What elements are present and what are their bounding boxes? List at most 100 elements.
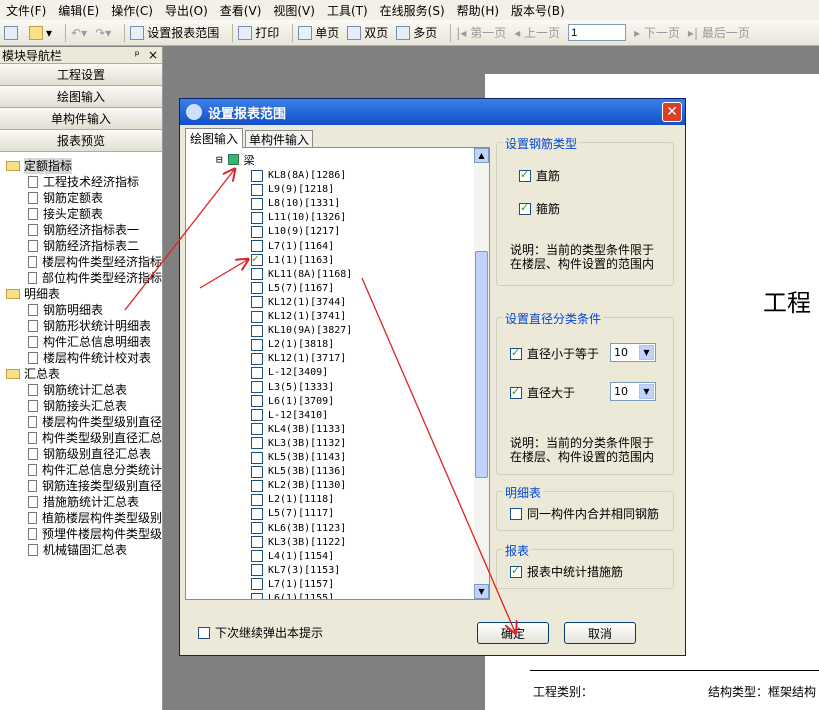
component-item[interactable]: L6(1)[1155] [251, 591, 334, 599]
tree-item[interactable]: 构件类型级别直径汇总 [0, 430, 162, 446]
component-item[interactable]: KL5(3B)[1143] [251, 450, 346, 465]
menu-item[interactable]: 在线服务(S) [380, 2, 445, 19]
tree-item[interactable]: 钢筋接头汇总表 [0, 398, 162, 414]
menu-item[interactable]: 操作(C) [111, 2, 153, 19]
component-item[interactable]: L1(1)[1163] [251, 252, 334, 268]
component-checkbox[interactable] [251, 352, 263, 365]
tree-item[interactable]: 楼层构件类型级别直径 [0, 414, 162, 430]
component-checkbox[interactable] [251, 324, 263, 337]
tree-folder[interactable]: 汇总表 [0, 366, 162, 382]
scroll-down-button[interactable]: ▼ [474, 584, 489, 599]
tree-root-row[interactable]: ⊟ 梁 [216, 152, 255, 167]
component-item[interactable]: L11(10)[1326] [251, 210, 346, 225]
redo-button[interactable]: ↷ ▾ [95, 26, 111, 40]
tree-item[interactable]: 措施筋统计汇总表 [0, 494, 162, 510]
component-checkbox[interactable] [251, 423, 263, 436]
dialog-close-button[interactable]: ✕ [662, 102, 682, 122]
stirrup-checkbox[interactable] [519, 201, 531, 215]
nav-button[interactable]: 工程设置 [0, 64, 162, 86]
tree-item[interactable]: 钢筋级别直径汇总表 [0, 446, 162, 462]
component-item[interactable]: L6(1)[3709] [251, 394, 334, 409]
cancel-button[interactable]: 取消 [564, 622, 636, 644]
menu-item[interactable]: 查看(V) [220, 2, 262, 19]
component-checkbox[interactable] [251, 564, 263, 577]
scroll-up-button[interactable]: ▲ [474, 148, 489, 163]
menu-item[interactable]: 文件(F) [6, 2, 46, 19]
collapse-icon[interactable]: ⊟ [216, 153, 223, 166]
tree-item[interactable]: 构件汇总信息分类统计 [0, 462, 162, 478]
measure-rebar-checkbox[interactable] [510, 564, 522, 578]
tree-item[interactable]: 钢筋连接类型级别直径 [0, 478, 162, 494]
straight-rebar-option[interactable]: 直筋 [519, 167, 560, 184]
nav-button[interactable]: 绘图输入 [0, 86, 162, 108]
undo-button[interactable]: ↶ ▾ [71, 26, 87, 40]
component-item[interactable]: L8(10)[1331] [251, 196, 340, 211]
tab-drawing-input[interactable]: 绘图输入 [185, 128, 243, 148]
diameter-le-select[interactable]: 10 ▼ [610, 343, 656, 362]
menu-item[interactable]: 导出(O) [165, 2, 208, 19]
component-checkbox[interactable] [251, 252, 263, 267]
menu-item[interactable]: 帮助(H) [457, 2, 499, 19]
component-item[interactable]: KL10(9A)[3827] [251, 323, 352, 338]
nav-button[interactable]: 报表预览 [0, 130, 162, 152]
component-item[interactable]: KL3(3B)[1132] [251, 436, 346, 451]
page-number-input[interactable] [568, 24, 627, 41]
open-file-button[interactable]: ▾ [29, 25, 52, 40]
menu-item[interactable]: 编辑(E) [58, 2, 99, 19]
tree-item[interactable]: 部位构件类型经济指标 [0, 270, 162, 286]
pin-icon[interactable]: ᵖ [135, 48, 140, 62]
nav-button[interactable]: 单构件输入 [0, 108, 162, 130]
tree-folder[interactable]: 定额指标 [0, 158, 162, 174]
diameter-gt-select[interactable]: 10 ▼ [610, 382, 656, 401]
component-checkbox[interactable] [251, 479, 263, 492]
show-again-checkbox[interactable] [198, 626, 210, 639]
tree-item[interactable]: 钢筋经济指标表二 [0, 238, 162, 254]
tree-item[interactable]: 构件汇总信息明细表 [0, 334, 162, 350]
show-again-option[interactable]: 下次继续弹出本提示 [198, 624, 323, 641]
component-checkbox[interactable] [251, 395, 263, 408]
component-item[interactable]: KL12(1)[3717] [251, 351, 346, 366]
component-item[interactable]: L4(1)[1154] [251, 549, 334, 564]
component-checkbox[interactable] [251, 197, 263, 210]
component-checkbox[interactable] [251, 225, 263, 238]
component-item[interactable]: L7(1)[1157] [251, 577, 334, 592]
diameter-le-option[interactable]: 直径小于等于 [510, 345, 599, 362]
component-item[interactable]: KL6(3B)[1123] [251, 521, 346, 536]
tree-item[interactable]: 楼层构件统计校对表 [0, 350, 162, 366]
tree-item[interactable]: 植筋楼层构件类型级别 [0, 510, 162, 526]
scroll-thumb[interactable] [475, 251, 488, 478]
component-checkbox[interactable] [251, 550, 263, 563]
component-item[interactable]: L10(9)[1217] [251, 224, 340, 239]
prev-page-button[interactable]: ◂ 上一页 [514, 24, 560, 41]
component-item[interactable]: L9(9)[1218] [251, 182, 334, 197]
tree-item[interactable]: 预埋件楼层构件类型级 [0, 526, 162, 542]
print-button[interactable]: 打印 [238, 24, 279, 41]
tree-scrollbar[interactable]: ▲ ▼ [474, 148, 489, 599]
component-item[interactable]: KL11(8A)[1168] [251, 267, 352, 282]
dropdown-arrow-icon[interactable]: ▼ [639, 384, 654, 399]
double-page-button[interactable]: 双页 [347, 24, 388, 41]
component-checkbox[interactable] [251, 183, 263, 196]
component-item[interactable]: L5(7)[1117] [251, 506, 334, 521]
tree-item[interactable]: 楼层构件类型经济指标 [0, 254, 162, 270]
last-page-button[interactable]: ▸| 最后一页 [688, 24, 750, 41]
straight-rebar-checkbox[interactable] [519, 168, 531, 182]
component-checkbox[interactable] [251, 578, 263, 591]
root-checkbox[interactable] [227, 154, 239, 165]
component-checkbox[interactable] [251, 437, 263, 450]
tab-single-component[interactable]: 单构件输入 [245, 130, 313, 148]
tree-item[interactable]: 钢筋定额表 [0, 190, 162, 206]
component-checkbox[interactable] [251, 366, 263, 379]
diameter-le-checkbox[interactable] [510, 346, 522, 360]
tree-item[interactable]: 钢筋经济指标表一 [0, 222, 162, 238]
measure-rebar-option[interactable]: 报表中统计措施筋 [510, 563, 623, 580]
component-checkbox[interactable] [251, 465, 263, 478]
component-item[interactable]: L-12[3410] [251, 408, 328, 423]
component-checkbox[interactable] [251, 268, 263, 281]
component-item[interactable]: KL3(3B)[1122] [251, 535, 346, 550]
first-page-button[interactable]: |◂ 第一页 [456, 24, 506, 41]
diameter-gt-option[interactable]: 直径大于 [510, 384, 575, 401]
component-checkbox[interactable] [251, 169, 263, 182]
component-checkbox[interactable] [251, 592, 263, 599]
set-report-range-button[interactable]: 设置报表范围 [130, 24, 219, 41]
